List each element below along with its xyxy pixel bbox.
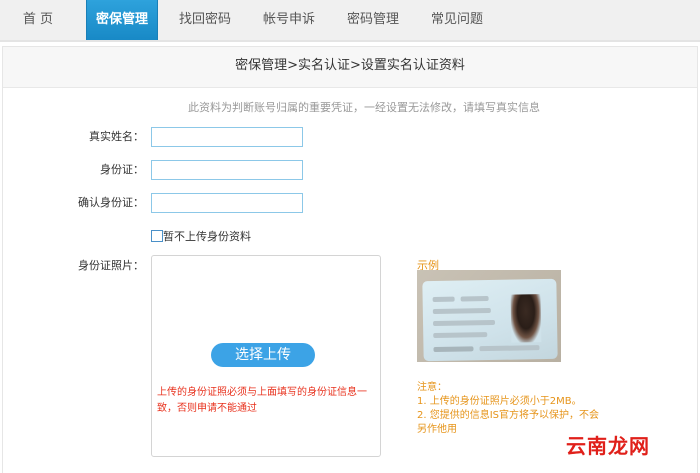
blurred-text: [460, 296, 489, 302]
blurred-text: [433, 319, 496, 326]
real-name-label: 真实姓名：: [89, 130, 144, 143]
upload-area[interactable]: 选择上传 上传的身份证照必须与上面填写的身份证信息一致，否则申请不能通过: [151, 255, 381, 457]
blurred-text: [432, 296, 455, 302]
confirm-id-input[interactable]: [151, 193, 303, 213]
id-number-input[interactable]: [151, 160, 303, 180]
watermark-logo: 云南龙网: [566, 434, 650, 458]
nav-security-management[interactable]: 密保管理: [86, 0, 158, 40]
skip-upload-label: 暂不上传身份资料: [163, 230, 251, 243]
nav-account-appeal[interactable]: 帐号申诉: [252, 0, 326, 40]
id-photo-label: 身份证照片：: [78, 259, 144, 272]
blurred-text: [433, 346, 474, 352]
note-title: 注意：: [417, 382, 447, 393]
blurred-text: [433, 332, 488, 338]
nav-password-management[interactable]: 密码管理: [336, 0, 410, 40]
note-size-limit: 1. 上传的身份证照片必须小于2MB。: [417, 396, 582, 407]
nav-faq[interactable]: 常见问题: [420, 0, 494, 40]
real-name-input[interactable]: [151, 127, 303, 147]
upload-warning-text: 上传的身份证照必须与上面填写的身份证信息一致，否则申请不能通过: [157, 387, 367, 414]
portrait-photo: [510, 294, 542, 343]
skip-upload-checkbox[interactable]: [151, 230, 163, 242]
nav-recover-password[interactable]: 找回密码: [168, 0, 242, 40]
example-id-card-image: [417, 270, 561, 362]
choose-upload-button[interactable]: 选择上传: [211, 343, 315, 367]
top-nav-bar: 首 页 密保管理 找回密码 帐号申诉 密码管理 常见问题: [0, 0, 700, 42]
confirm-id-label: 确认身份证：: [78, 196, 144, 209]
blurred-text: [432, 307, 491, 314]
blurred-text: [479, 345, 540, 352]
id-number-label: 身份证：: [100, 163, 144, 176]
id-card-shape: [422, 278, 558, 362]
nav-home[interactable]: 首 页: [0, 0, 76, 40]
notice-text: 此资料为判断账号归属的重要凭证，一经设置无法修改，请填写真实信息: [188, 101, 540, 114]
breadcrumb: 密保管理>实名认证>设置实名认证资料: [3, 47, 697, 88]
